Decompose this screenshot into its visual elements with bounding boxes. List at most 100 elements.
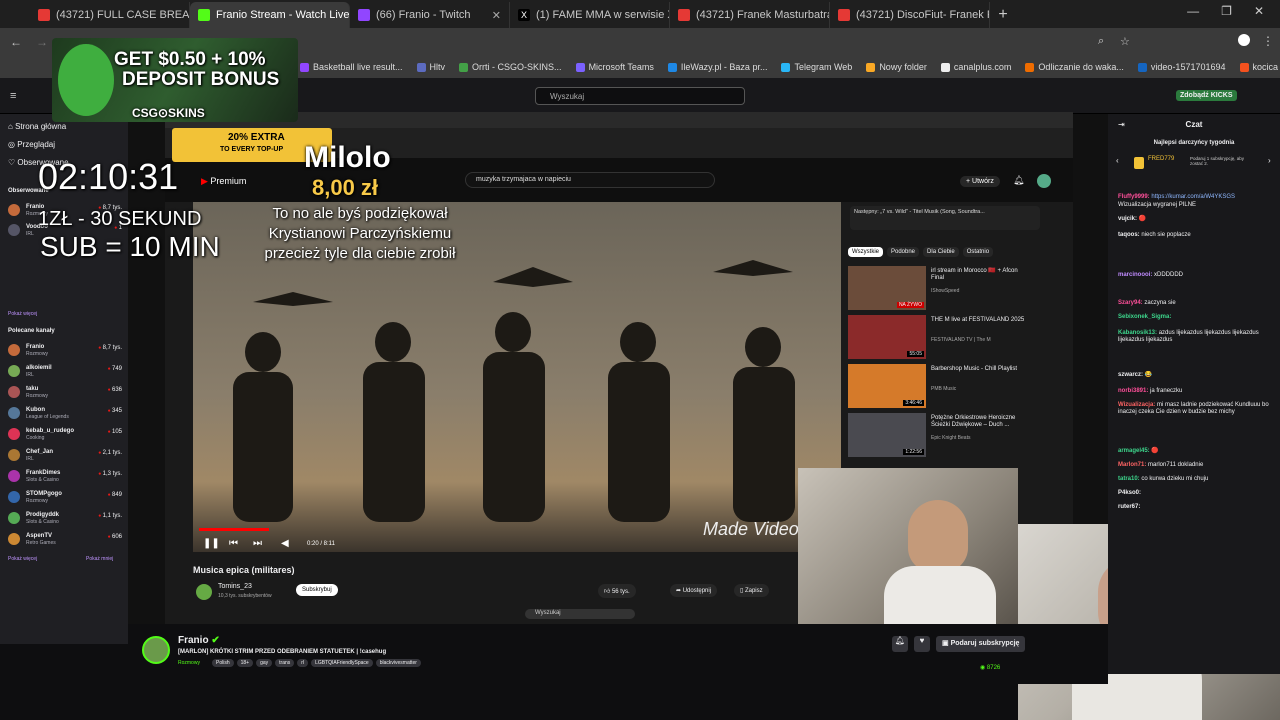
avatar[interactable] <box>1037 174 1051 188</box>
bookmark[interactable]: canalplus.com <box>940 62 1011 72</box>
hamburger-icon[interactable]: ≡ <box>10 90 16 102</box>
profile-avatar[interactable] <box>1238 34 1250 46</box>
bell-icon[interactable]: 🔔︎ <box>1013 175 1024 186</box>
bookmark-icon <box>1025 62 1035 72</box>
x-favicon-icon: X <box>518 9 530 21</box>
recommended-header: Polecane kanały <box>8 328 55 334</box>
channel-item[interactable]: ProdigyddkSlots & Casino1,1 tys. <box>8 512 122 526</box>
related-video[interactable]: 1:22:56 Potężne Orkiestrowe Heroiczne Ści… <box>848 413 1048 462</box>
forward-icon[interactable]: → <box>36 35 48 49</box>
youtube-logo[interactable]: ▶ Premium <box>201 176 246 187</box>
chevron-right-icon[interactable]: › <box>1268 156 1271 165</box>
gift-sub-button[interactable]: ▣ Podaruj subskrypcję <box>936 636 1026 652</box>
channel-name[interactable]: Tomins_23 <box>218 583 252 590</box>
avatar <box>8 491 20 503</box>
chip[interactable]: Wszystkie <box>848 247 883 257</box>
menu-icon[interactable]: ⋮ <box>1262 34 1274 48</box>
zoom-icon[interactable]: ⌕ <box>1098 35 1104 48</box>
show-less-link[interactable]: Pokaż mniej <box>86 556 113 562</box>
like-button[interactable]: 👍︎ 56 tys. <box>598 584 636 598</box>
stream-category[interactable]: Rozmowy <box>178 660 200 666</box>
minimize-icon[interactable]: — <box>1187 4 1199 18</box>
tag[interactable]: Polish <box>212 659 234 667</box>
chat-message: Wizualizacja: mi masz ladnie podziekować… <box>1118 402 1269 415</box>
bookmark[interactable]: Odliczanie do waka... <box>1025 62 1124 72</box>
channel-item[interactable]: FranioRozmowy8,7 tys. <box>8 344 122 358</box>
tag[interactable]: LGBTQIAFriendlySpace <box>311 659 373 667</box>
bookmark[interactable]: video-1571701694 <box>1137 62 1226 72</box>
nav-browse[interactable]: ◎ Przeglądaj <box>8 140 55 149</box>
create-button[interactable]: + Utwórz <box>960 176 1000 187</box>
tag[interactable]: 18+ <box>236 659 254 667</box>
channel-item[interactable]: AspenTVRetro Games606 <box>8 533 122 547</box>
up-next-panel[interactable]: Następny: „7 vs. Wild” - Titel Musik (So… <box>850 206 1040 230</box>
bookmark[interactable]: Telegram Web <box>781 62 852 72</box>
browser-tab[interactable]: X(1) FAME MMA w serwisie X: „B✕ <box>510 2 670 28</box>
bell-icon[interactable]: 🔔︎ <box>892 636 908 652</box>
back-icon[interactable]: ← <box>10 35 22 49</box>
bookmark[interactable]: Microsoft Teams <box>575 62 654 72</box>
show-more-link[interactable]: Pokaż więcej <box>8 311 37 317</box>
tag[interactable]: blackvivesmatter <box>375 659 421 667</box>
youtube-search-input[interactable]: muzyka trzymajaca w napieciu <box>465 172 715 188</box>
new-tab-button[interactable]: + <box>990 6 1016 28</box>
save-button[interactable]: ▯ Zapisz <box>734 584 769 597</box>
browser-tab[interactable]: (43721) Franek Masturbatra - D✕ <box>670 2 830 28</box>
search-input[interactable]: Wyszukaj <box>535 87 745 105</box>
channel-avatar[interactable] <box>196 584 212 600</box>
thumbnail: 3:46:46 <box>848 364 926 408</box>
previous-icon[interactable]: ⏮︎ <box>229 538 238 549</box>
chip[interactable]: Ostatnio <box>962 247 994 257</box>
related-video[interactable]: NA ŻYWO irl stream in Morocco 🇲🇦 + Afcon … <box>848 266 1048 315</box>
browser-tab[interactable]: (43721) DiscoFiut- Franek Praw✕ <box>830 2 990 28</box>
channel-item[interactable]: STOMPgogoRozmowy849 <box>8 491 122 505</box>
close-window-icon[interactable]: ✕ <box>1254 4 1264 18</box>
related-video[interactable]: 3:46:46 Barbershop Music - Chill Playlist… <box>848 364 1048 413</box>
close-icon[interactable]: ✕ <box>492 9 501 22</box>
chat-message: tatra10: co kurwa dzieku mi chuju <box>1118 476 1209 482</box>
maximize-icon[interactable]: ❐ <box>1221 4 1232 18</box>
tag[interactable]: trans <box>275 659 295 667</box>
share-button[interactable]: ➦ Udostępnij <box>670 584 718 597</box>
tag[interactable]: rl <box>297 659 309 667</box>
chevron-left-icon[interactable]: ‹ <box>1116 156 1119 165</box>
channel-item[interactable]: takuRozmowy636 <box>8 386 122 400</box>
streamer-avatar[interactable] <box>142 636 170 664</box>
bookmark[interactable]: Basketball live result... <box>300 62 403 72</box>
chip[interactable]: Podobne <box>887 247 920 257</box>
streamer-name[interactable]: Franio ✔ <box>178 635 220 646</box>
bookmark[interactable]: Hltv <box>416 62 445 72</box>
tag[interactable]: gay <box>256 659 273 667</box>
chip[interactable]: Dla Ciebie <box>923 247 959 257</box>
donation-message: To no ale byś podziękował Krystianowi Pa… <box>264 205 456 262</box>
bookmark[interactable]: Nowy folder <box>866 62 927 72</box>
nav-home[interactable]: ⌂ Strona główna <box>8 122 66 131</box>
browser-tab[interactable]: (66) Franio - Twitch ✕ <box>350 2 510 28</box>
channel-item[interactable]: kebab_u_rudegoCooking105 <box>8 428 122 442</box>
channel-item[interactable]: Chef_JanIRL2,1 tys. <box>8 449 122 463</box>
bookmark[interactable]: kocica <box>1239 62 1278 72</box>
related-video[interactable]: 55:05 THE M live at FESTIVALAND 2025 FESTI… <box>848 315 1048 364</box>
channel-item[interactable]: FrankDimesSlots & Casino1,3 tys. <box>8 470 122 484</box>
bookmark[interactable]: IleWazy.pl - Baza pr... <box>667 62 767 72</box>
subscribe-button[interactable]: Subskrybuj <box>296 584 338 596</box>
volume-icon[interactable]: ◀︎ <box>281 538 289 549</box>
next-icon[interactable]: ⏭︎ <box>253 538 262 549</box>
browser-tab-active[interactable]: Franio Stream - Watch Live✕ <box>190 2 350 28</box>
channel-item[interactable]: KubonLeague of Legends345 <box>8 407 122 421</box>
progress-bar[interactable] <box>199 528 269 531</box>
avatar <box>8 344 20 356</box>
heart-icon[interactable]: ♥ <box>914 636 930 652</box>
bookmark[interactable]: Orrti - CSGO-SKINS... <box>459 62 562 72</box>
star-icon[interactable]: ☆ <box>1120 35 1130 48</box>
countdown-timer: 02:10:31 <box>38 156 179 197</box>
browser-tab[interactable]: (43721) FULL CASE BREAK UCC✕ <box>30 2 190 28</box>
kicks-button[interactable]: Zdobądź KICKS <box>1176 90 1237 101</box>
top-gifter[interactable]: FRED779 Podaruj 1 subskrypcję, aby zosta… <box>1134 156 1254 172</box>
pause-icon[interactable]: ❚❚ <box>203 538 220 549</box>
taskbar-search[interactable]: Wyszukaj <box>525 609 635 619</box>
youtube-header: ▶ Premium muzyka trzymajaca w napieciu +… <box>165 158 1073 202</box>
show-more-link[interactable]: Pokaż więcej <box>8 556 37 562</box>
twitch-favicon-icon <box>358 9 370 21</box>
channel-item[interactable]: alkoiemilIRL749 <box>8 365 122 379</box>
